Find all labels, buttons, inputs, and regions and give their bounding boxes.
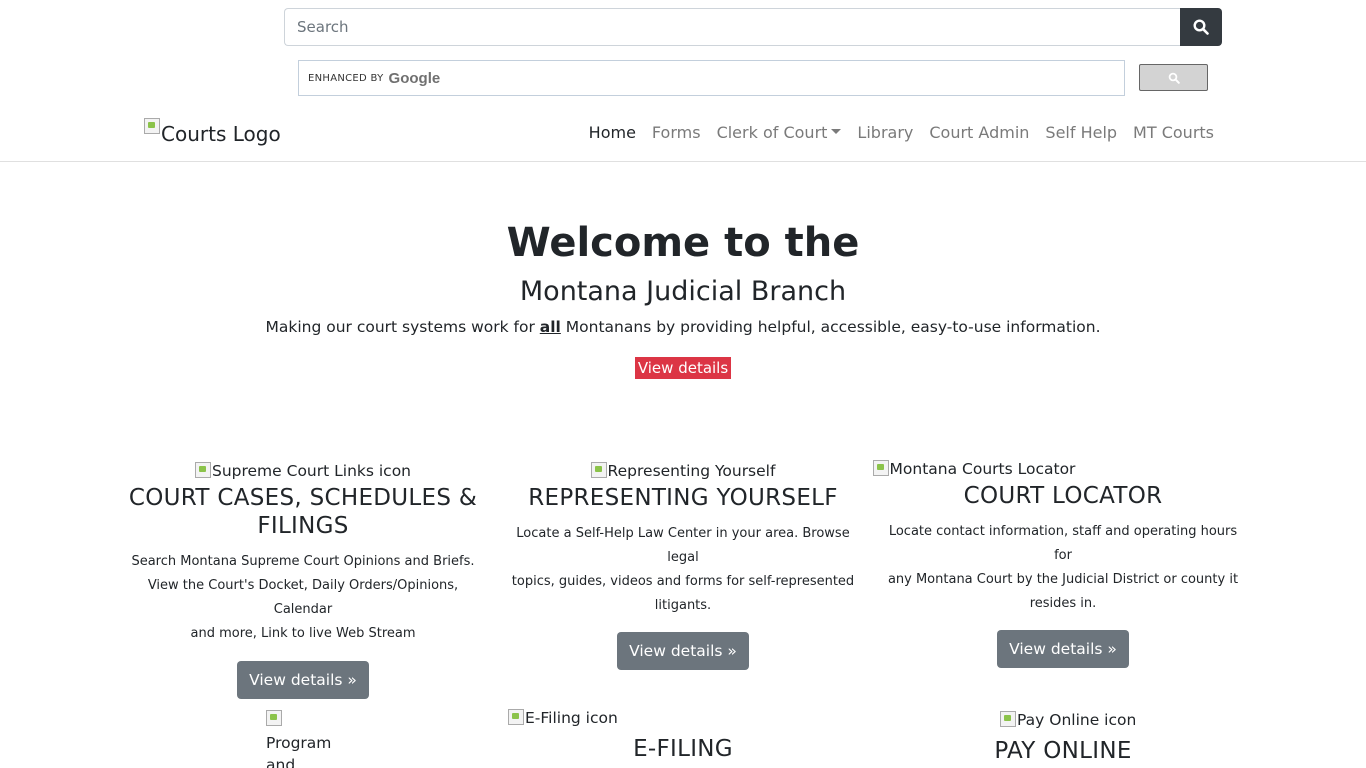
courts-logo[interactable]: Courts Logo bbox=[144, 118, 281, 150]
card-text-line: topics, guides, videos and forms for sel… bbox=[511, 574, 855, 589]
broken-image-icon bbox=[872, 460, 889, 476]
card-representing-yourself: Representing Yourself REPRESENTING YOURS… bbox=[503, 462, 863, 670]
card-description: Locate contact information, staff and op… bbox=[883, 520, 1243, 616]
hero-subtitle: Montana Judicial Branch bbox=[519, 276, 847, 307]
card-text-line: Locate contact information, staff and op… bbox=[888, 524, 1238, 563]
nav-forms[interactable]: Forms bbox=[644, 122, 709, 144]
card-court-locator: Montana Courts Locator COURT LOCATOR Loc… bbox=[872, 460, 1243, 668]
card-text-line: any Montana Court by the Judicial Distri… bbox=[887, 572, 1239, 587]
broken-image-icon bbox=[266, 710, 282, 726]
image-alt-text: E-Filing icon bbox=[525, 709, 618, 727]
hero-text-bold: all bbox=[539, 318, 561, 336]
view-details-button[interactable]: View details » bbox=[617, 632, 749, 670]
hero-text-start: Making our court systems work for bbox=[265, 318, 540, 336]
enhanced-by-label: ENHANCED BY bbox=[308, 72, 384, 84]
image-alt-text: Montana Courts Locator bbox=[889, 460, 1076, 478]
supreme-court-links-image[interactable]: Supreme Court Links icon bbox=[194, 462, 412, 480]
court-locator-image[interactable]: Montana Courts Locator bbox=[872, 460, 1076, 478]
representing-yourself-image[interactable]: Representing Yourself bbox=[590, 462, 776, 480]
main-navbar: Courts Logo Home Forms Clerk of Court Li… bbox=[0, 106, 1366, 162]
hero-text: Making our court systems work for all Mo… bbox=[0, 318, 1366, 336]
card-description: Search Montana Supreme Court Opinions an… bbox=[123, 550, 483, 646]
card-text-line: resides in. bbox=[1029, 596, 1097, 611]
program-image[interactable]: Program and bbox=[266, 710, 336, 768]
card-title-e-filing: E-FILING bbox=[633, 736, 733, 762]
card-text-line: View the Court's Docket, Daily Orders/Op… bbox=[147, 578, 459, 617]
nav-clerk-of-court[interactable]: Clerk of Court bbox=[709, 122, 850, 144]
card-title: COURT CASES, SCHEDULES & FILINGS bbox=[123, 484, 483, 540]
card-title-line: COURT CASES, SCHEDULES & bbox=[128, 485, 478, 511]
card-court-cases: Supreme Court Links icon COURT CASES, SC… bbox=[123, 462, 483, 699]
image-alt-text: Pay Online icon bbox=[1017, 711, 1137, 729]
view-details-button[interactable]: View details » bbox=[997, 630, 1129, 668]
image-alt-text: Representing Yourself bbox=[607, 462, 776, 480]
logo-alt-text: Courts Logo bbox=[161, 122, 281, 146]
card-title-pay-online: PAY ONLINE bbox=[994, 738, 1132, 764]
view-details-button[interactable]: View details » bbox=[237, 661, 369, 699]
e-filing-image[interactable]: E-Filing icon bbox=[508, 709, 618, 727]
broken-image-icon bbox=[144, 118, 160, 134]
hero-title: Welcome to the bbox=[506, 220, 860, 266]
search-icon bbox=[1168, 72, 1180, 84]
broken-image-icon bbox=[590, 462, 607, 478]
pay-online-image[interactable]: Pay Online icon bbox=[1000, 711, 1136, 729]
card-title: COURT LOCATOR bbox=[963, 483, 1163, 509]
nav-clerk-label: Clerk of Court bbox=[716, 123, 828, 142]
site-search bbox=[284, 8, 1222, 46]
nav-court-admin[interactable]: Court Admin bbox=[921, 122, 1037, 144]
card-title-line: FILINGS bbox=[257, 513, 349, 539]
broken-image-icon bbox=[194, 462, 211, 478]
search-icon bbox=[1193, 19, 1209, 35]
nav-menu: Home Forms Clerk of Court Library Court … bbox=[581, 122, 1222, 144]
nav-mt-courts[interactable]: MT Courts bbox=[1125, 122, 1222, 144]
google-search-button[interactable] bbox=[1139, 64, 1208, 91]
image-alt-text: Program bbox=[266, 734, 332, 752]
google-search-input[interactable]: ENHANCED BY Google bbox=[298, 60, 1125, 96]
nav-library[interactable]: Library bbox=[849, 122, 921, 144]
card-description: Locate a Self-Help Law Center in your ar… bbox=[503, 522, 863, 618]
broken-image-icon bbox=[508, 709, 524, 725]
google-logo: Google bbox=[388, 69, 441, 87]
chevron-down-icon bbox=[831, 129, 842, 134]
card-text-line: and more, Link to live Web Stream bbox=[190, 626, 416, 641]
image-alt-text: Supreme Court Links icon bbox=[211, 462, 412, 480]
broken-image-icon bbox=[1000, 711, 1016, 727]
hero-text-end: Montanans by providing helpful, accessib… bbox=[560, 318, 1101, 336]
card-text-line: Locate a Self-Help Law Center in your ar… bbox=[516, 526, 850, 565]
nav-self-help[interactable]: Self Help bbox=[1037, 122, 1125, 144]
nav-home[interactable]: Home bbox=[581, 122, 644, 144]
card-text-line: Search Montana Supreme Court Opinions an… bbox=[131, 554, 475, 569]
card-title: REPRESENTING YOURSELF bbox=[528, 485, 838, 511]
card-text-line: litigants. bbox=[654, 598, 712, 613]
image-alt-text: and bbox=[266, 756, 296, 768]
search-button[interactable] bbox=[1180, 8, 1222, 46]
search-input[interactable] bbox=[284, 8, 1180, 46]
hero-view-details-button[interactable]: View details » bbox=[635, 357, 731, 399]
